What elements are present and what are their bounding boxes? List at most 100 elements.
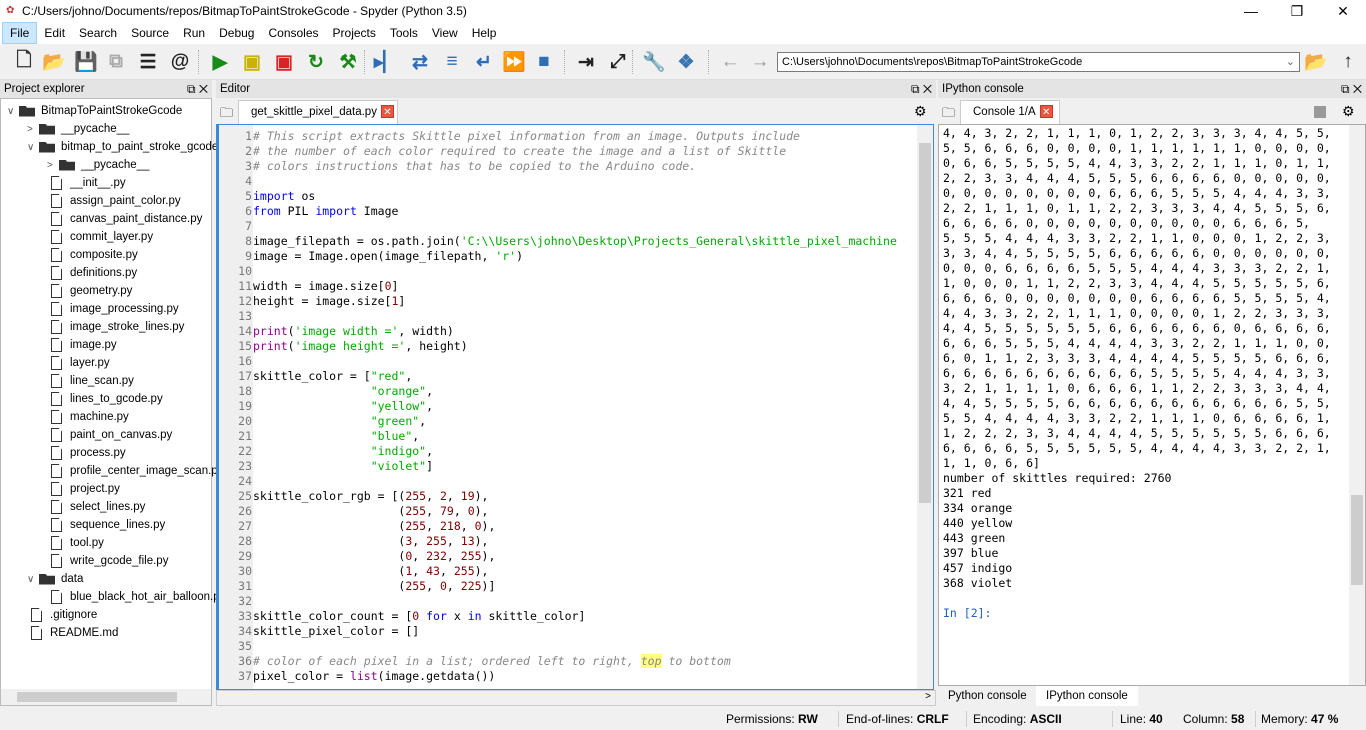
- back-icon[interactable]: ←: [718, 50, 742, 74]
- tree-item[interactable]: sequence_lines.py: [47, 516, 165, 534]
- toolbar-separator: [708, 50, 709, 74]
- vertical-scrollbar[interactable]: [1349, 125, 1365, 685]
- tab-python-console[interactable]: Python console: [938, 686, 1037, 706]
- menu-debug[interactable]: Debug: [212, 23, 261, 43]
- tree-item[interactable]: image_stroke_lines.py: [47, 318, 184, 336]
- menu-file[interactable]: File: [2, 22, 38, 44]
- tree-item[interactable]: tool.py: [47, 534, 104, 552]
- tree-item[interactable]: commit_layer.py: [47, 228, 153, 246]
- menu-tools[interactable]: Tools: [383, 23, 425, 43]
- rerun-icon[interactable]: ↻: [304, 50, 328, 74]
- tree-item[interactable]: canvas_paint_distance.py: [47, 210, 202, 228]
- tab-console-1a[interactable]: Console 1/A ✕: [960, 100, 1060, 124]
- fullscreen-icon[interactable]: ⤢: [606, 50, 630, 74]
- tree-item[interactable]: image_processing.py: [47, 300, 179, 318]
- gear-icon[interactable]: ⚙: [914, 103, 927, 120]
- menu-help[interactable]: Help: [465, 23, 504, 43]
- tree-item[interactable]: definitions.py: [47, 264, 137, 282]
- tree-item[interactable]: .gitignore: [27, 606, 97, 624]
- tree-item[interactable]: line_scan.py: [47, 372, 134, 390]
- tree-item[interactable]: ∨ bitmap_to_paint_stroke_gcode: [27, 138, 218, 156]
- browse-tabs-icon[interactable]: 🗀: [220, 104, 233, 126]
- new-file-icon[interactable]: 🗋: [12, 50, 36, 74]
- horizontal-scrollbar[interactable]: [1, 689, 211, 705]
- menu-view[interactable]: View: [425, 23, 465, 43]
- tree-item[interactable]: > __pycache__: [27, 120, 129, 138]
- tree-item[interactable]: project.py: [47, 480, 120, 498]
- step-into-icon[interactable]: ≡: [440, 50, 464, 74]
- at-icon[interactable]: @: [168, 50, 192, 74]
- code-editor[interactable]: 1# This script extracts Skittle pixel in…: [216, 124, 934, 690]
- menu-source[interactable]: Source: [124, 23, 176, 43]
- close-button[interactable]: ✕: [1320, 0, 1366, 22]
- pane-undock-close-icon[interactable]: ⧉ ✕: [911, 80, 932, 98]
- expand-arrow-icon[interactable]: ∨: [27, 574, 39, 585]
- tree-item[interactable]: lines_to_gcode.py: [47, 390, 163, 408]
- tree-item[interactable]: profile_center_image_scan.py: [47, 462, 223, 480]
- tree-item[interactable]: composite.py: [47, 246, 138, 264]
- tree-item[interactable]: paint_on_canvas.py: [47, 426, 172, 444]
- maximize-button[interactable]: ❐: [1274, 0, 1320, 22]
- open-file-icon[interactable]: 📂: [42, 50, 66, 74]
- chevron-down-icon[interactable]: ⌄: [1286, 53, 1295, 71]
- python-path-icon[interactable]: ❖: [674, 50, 698, 74]
- tree-item[interactable]: image.py: [47, 336, 117, 354]
- menu-edit[interactable]: Edit: [37, 23, 72, 43]
- preferences-icon[interactable]: 🔧: [642, 50, 666, 74]
- run-cell-advance-icon[interactable]: ▣: [272, 50, 296, 74]
- browse-tabs-icon[interactable]: 🗀: [942, 104, 955, 126]
- run-icon[interactable]: ▶: [208, 50, 232, 74]
- maximize-pane-icon[interactable]: ⇥: [574, 50, 598, 74]
- save-all-icon[interactable]: ⧉: [104, 50, 128, 74]
- tree-item[interactable]: ∨ BitmapToPaintStrokeGcode: [7, 102, 182, 120]
- tree-item[interactable]: layer.py: [47, 354, 110, 372]
- step-icon[interactable]: ⇄: [408, 50, 432, 74]
- close-tab-icon[interactable]: ✕: [1039, 105, 1053, 119]
- stop-kernel-icon[interactable]: [1314, 106, 1326, 118]
- tree-item[interactable]: __init__.py: [47, 174, 126, 192]
- menu-consoles[interactable]: Consoles: [261, 23, 325, 43]
- menu-run[interactable]: Run: [176, 23, 212, 43]
- run-cell-icon[interactable]: ▣: [240, 50, 264, 74]
- tree-item[interactable]: README.md: [27, 624, 118, 642]
- gear-icon[interactable]: ⚙: [1342, 103, 1355, 120]
- menu-projects[interactable]: Projects: [326, 23, 383, 43]
- code-token: ,: [426, 519, 440, 533]
- menu-search[interactable]: Search: [72, 23, 124, 43]
- expand-arrow-icon[interactable]: >: [47, 160, 59, 171]
- tree-item[interactable]: blue_black_hot_air_balloon.png: [47, 588, 232, 606]
- step-return-icon[interactable]: ↵: [472, 50, 496, 74]
- horizontal-scrollbar[interactable]: >: [216, 690, 936, 706]
- tree-item[interactable]: write_gcode_file.py: [47, 552, 168, 570]
- list-icon[interactable]: ☰: [136, 50, 160, 74]
- close-tab-icon[interactable]: ✕: [380, 105, 394, 119]
- parent-directory-icon[interactable]: ↑: [1336, 50, 1360, 74]
- code-line: 36# color of each pixel in a list; order…: [219, 654, 731, 669]
- pane-undock-close-icon[interactable]: ⧉ ✕: [187, 80, 208, 98]
- forward-icon[interactable]: →: [748, 50, 772, 74]
- tree-item[interactable]: machine.py: [47, 408, 129, 426]
- expand-arrow-icon[interactable]: ∨: [7, 106, 19, 117]
- working-directory-combobox[interactable]: C:\Users\johno\Documents\repos\BitmapToP…: [777, 52, 1300, 72]
- tab-get-skittle-pixel-data[interactable]: get_skittle_pixel_data.py ✕: [238, 100, 398, 124]
- vertical-scrollbar[interactable]: [917, 125, 933, 689]
- pane-undock-close-icon[interactable]: ⧉ ✕: [1341, 80, 1362, 98]
- console-output-line: 1, 0, 0, 0, 1, 1, 2, 2, 3, 3, 4, 4, 4, 5…: [943, 276, 1331, 290]
- expand-arrow-icon[interactable]: ∨: [27, 142, 39, 153]
- save-icon[interactable]: 💾: [74, 50, 98, 74]
- tree-item[interactable]: geometry.py: [47, 282, 132, 300]
- run-config-icon[interactable]: ⚒: [336, 50, 360, 74]
- tree-item[interactable]: ∨ data: [27, 570, 83, 588]
- tab-ipython-console[interactable]: IPython console: [1036, 686, 1138, 706]
- continue-icon[interactable]: ⏩: [502, 50, 526, 74]
- browse-folder-icon[interactable]: 📂: [1304, 50, 1328, 74]
- tree-item[interactable]: > __pycache__: [47, 156, 149, 174]
- tree-item[interactable]: process.py: [47, 444, 126, 462]
- tree-item[interactable]: select_lines.py: [47, 498, 145, 516]
- tree-item[interactable]: assign_paint_color.py: [47, 192, 181, 210]
- debug-icon[interactable]: ▸▏: [374, 50, 398, 74]
- console-output[interactable]: 4, 4, 3, 2, 2, 1, 1, 1, 0, 1, 2, 2, 3, 3…: [938, 124, 1366, 686]
- expand-arrow-icon[interactable]: >: [27, 124, 39, 135]
- stop-icon[interactable]: ■: [532, 50, 556, 74]
- minimize-button[interactable]: —: [1228, 0, 1274, 22]
